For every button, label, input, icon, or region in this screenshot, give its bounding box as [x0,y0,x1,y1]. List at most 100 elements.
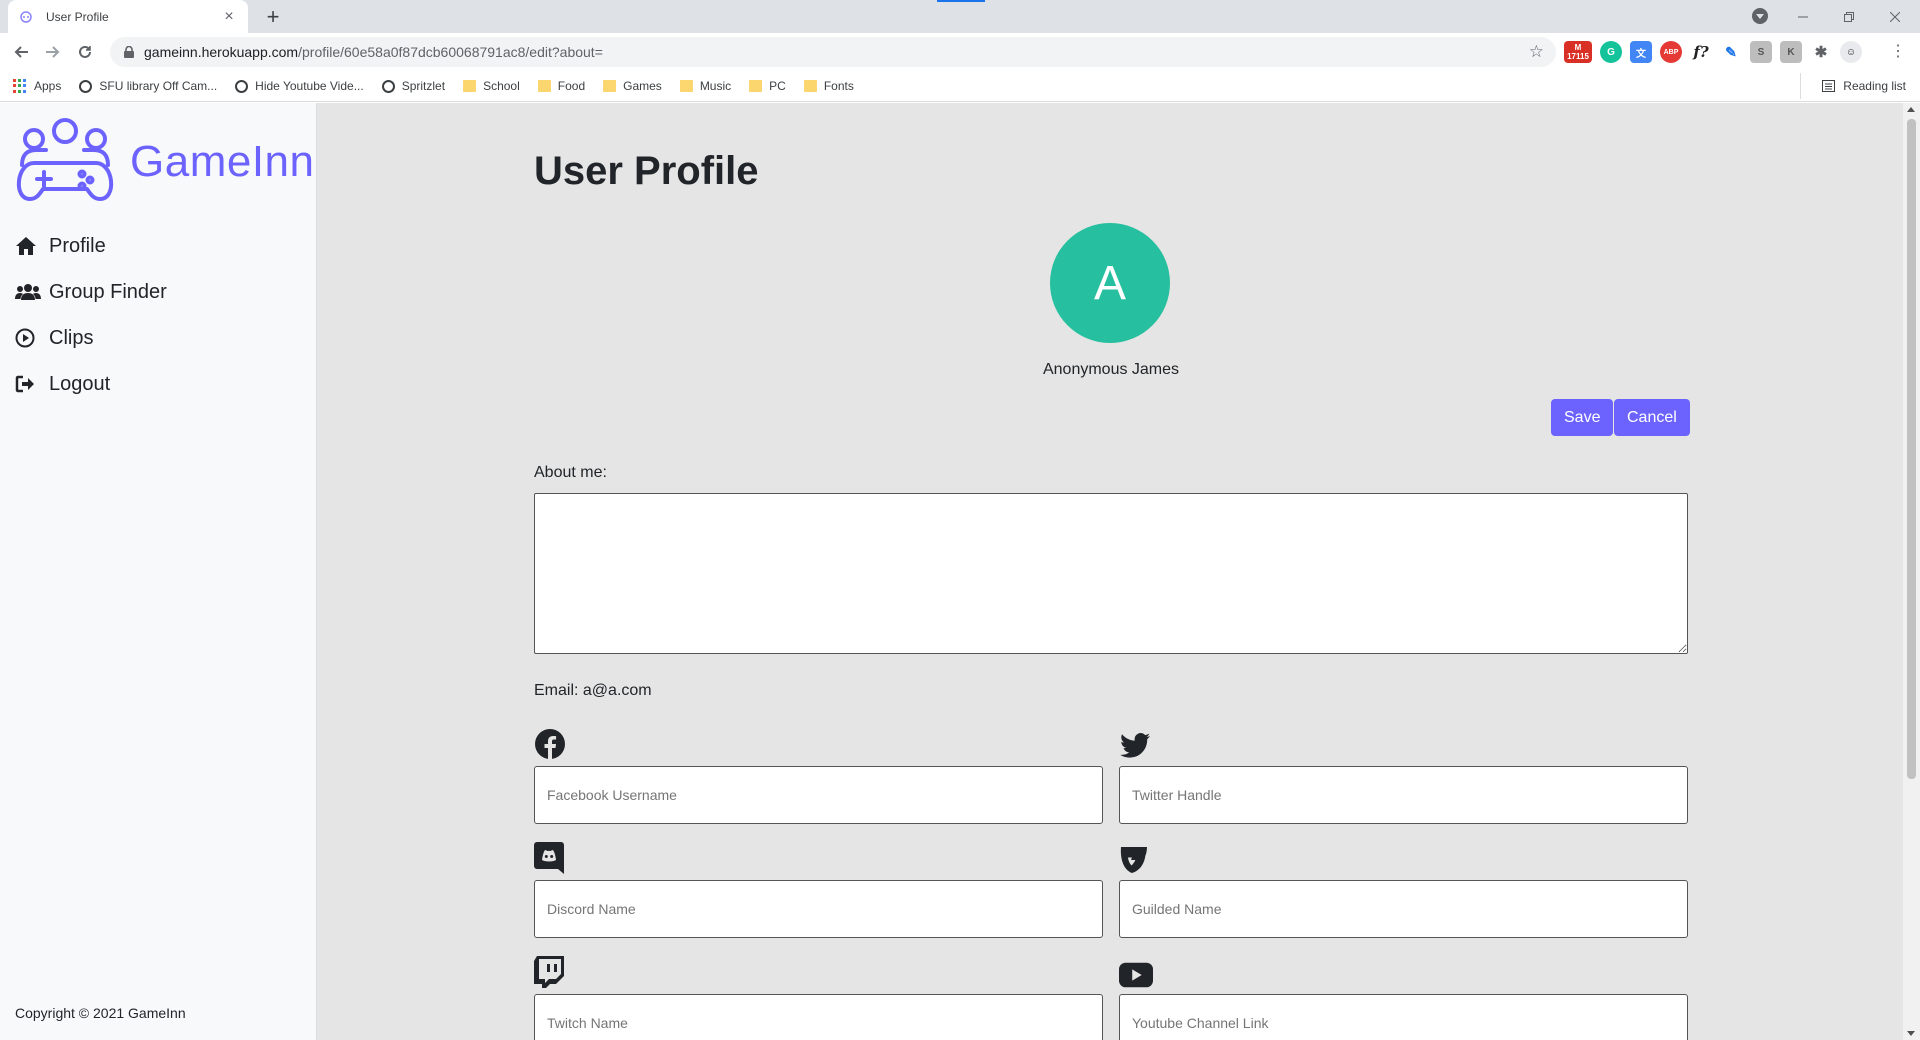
about-label: About me: [534,464,607,481]
bookmark-star-icon[interactable]: ☆ [1529,42,1544,62]
folder-icon [803,80,817,92]
youtube-icon [1119,954,1153,988]
globe-icon [235,79,249,93]
restore-icon[interactable] [1826,0,1872,33]
back-icon[interactable] [6,37,36,67]
tab-title: User Profile [46,9,109,24]
page-scrollbar[interactable] [1903,103,1920,1040]
browser-tab[interactable]: User Profile × [8,0,248,33]
bookmark-label: PC [769,79,786,93]
avatar-letter: A [1093,256,1126,310]
browser-toolbar: gameinn.herokuapp.com/profile/60e58a0f87… [0,33,1920,71]
reading-list-label: Reading list [1843,79,1906,93]
s-extension-icon[interactable]: S [1750,41,1772,63]
url-path: /profile/60e58a0f87dcb60068791ac8/edit?a… [298,44,603,60]
new-tab-button[interactable]: + [260,4,286,30]
facebook-username-input[interactable] [534,766,1103,824]
translate-extension-icon[interactable]: 文 [1630,41,1652,63]
puzzle-icon[interactable]: ✱ [1810,41,1832,63]
bookmark-label: Food [557,79,586,93]
twitter-field-group [1119,726,1688,824]
profile-avatar-icon[interactable]: ☺ [1840,41,1862,63]
bookmark-folder-food[interactable]: Food [537,79,586,93]
sidebar-nav: Profile Group Finder Clips Logout [15,223,167,407]
bookmarks-bar: Apps SFU library Off Cam... Hide Youtube… [0,71,1920,102]
scroll-down-icon[interactable] [1907,1031,1915,1036]
bookmark-apps[interactable]: Apps [13,79,61,93]
tab-strip: User Profile × + [0,0,1920,33]
twitter-icon [1119,726,1153,760]
scrollbar-thumb[interactable] [1907,119,1916,779]
bookmark-folder-school[interactable]: School [463,79,520,93]
folder-icon [463,80,477,92]
bookmark-sfu-library[interactable]: SFU library Off Cam... [79,79,217,93]
gamepad-group-logo-icon [14,117,116,206]
sidebar-item-group-finder[interactable]: Group Finder [15,269,167,315]
grammarly-extension-icon[interactable]: G [1600,41,1622,63]
bookmark-label: Apps [34,79,62,93]
apps-grid-icon [13,79,27,93]
logout-icon [15,375,41,393]
bookmark-label: SFU library Off Cam... [99,79,218,93]
bookmark-hide-youtube[interactable]: Hide Youtube Vide... [235,79,364,93]
sidebar-item-logout[interactable]: Logout [15,361,167,407]
copyright-text: Copyright © 2021 GameInn [15,1005,186,1021]
save-button[interactable]: Save [1551,399,1614,436]
tab-close-icon[interactable]: × [220,8,238,26]
sidebar-item-label: Logout [49,372,111,395]
eyedropper-extension-icon[interactable]: ✎ [1720,41,1742,63]
globe-icon [79,79,93,93]
sidebar-item-clips[interactable]: Clips [15,315,167,361]
minimize-icon[interactable] [1780,0,1826,33]
twitch-icon [534,954,568,988]
adblock-extension-icon[interactable]: ABP [1660,41,1682,63]
brand-logo[interactable]: GameInn [14,117,314,206]
cancel-button[interactable]: Cancel [1614,399,1690,436]
guilded-field-group [1119,840,1688,938]
discord-name-input[interactable] [534,880,1103,938]
browser-menu-icon[interactable]: ⋮ [1890,41,1906,61]
sidebar: GameInn Profile Group Finder Clips Logou… [0,103,317,1040]
reading-list-icon [1822,80,1836,92]
bookmark-label: School [483,79,520,93]
bookmark-folder-fonts[interactable]: Fonts [803,79,854,93]
sidebar-item-label: Group Finder [49,280,167,303]
folder-icon [537,80,551,92]
sidebar-item-profile[interactable]: Profile [15,223,167,269]
bookmark-spritzlet[interactable]: Spritzlet [381,79,445,93]
page-title: User Profile [534,149,759,193]
reload-icon[interactable] [70,37,100,67]
folder-icon [603,80,617,92]
gmail-badge: 17115 [1567,52,1589,61]
twitter-handle-input[interactable] [1119,766,1688,824]
reading-list-button[interactable]: Reading list [1800,73,1906,99]
font-finder-extension-icon[interactable]: f? [1690,41,1712,63]
about-me-textarea[interactable] [534,493,1688,654]
discord-icon [534,840,568,874]
avatar: A [1050,223,1170,343]
extensions-area: M 17115 G 文 ABP f? ✎ S K ✱ ☺ [1564,41,1862,63]
facebook-icon [534,726,568,760]
gmail-extension-icon[interactable]: M 17115 [1564,41,1592,63]
bookmark-folder-music[interactable]: Music [679,79,732,93]
bookmark-label: Fonts [823,79,854,93]
bookmark-label: Music [699,79,732,93]
youtube-channel-input[interactable] [1119,994,1688,1040]
twitch-field-group [534,954,1103,1040]
twitch-name-input[interactable] [534,994,1103,1040]
email-text: Email: a@a.com [534,682,652,699]
guilded-icon [1119,840,1153,874]
tab-drag-indicator [937,0,985,2]
scroll-up-icon[interactable] [1907,107,1915,112]
lock-icon[interactable] [122,45,136,59]
bookmark-folder-pc[interactable]: PC [749,79,786,93]
address-bar[interactable]: gameinn.herokuapp.com/profile/60e58a0f87… [110,37,1556,67]
forward-icon[interactable] [38,37,68,67]
guilded-name-input[interactable] [1119,880,1688,938]
tab-search-icon[interactable] [1752,8,1768,24]
discord-field-group [534,840,1103,938]
users-icon [15,283,41,301]
k-extension-icon[interactable]: K [1780,41,1802,63]
close-window-icon[interactable] [1872,0,1918,33]
bookmark-folder-games[interactable]: Games [603,79,662,93]
